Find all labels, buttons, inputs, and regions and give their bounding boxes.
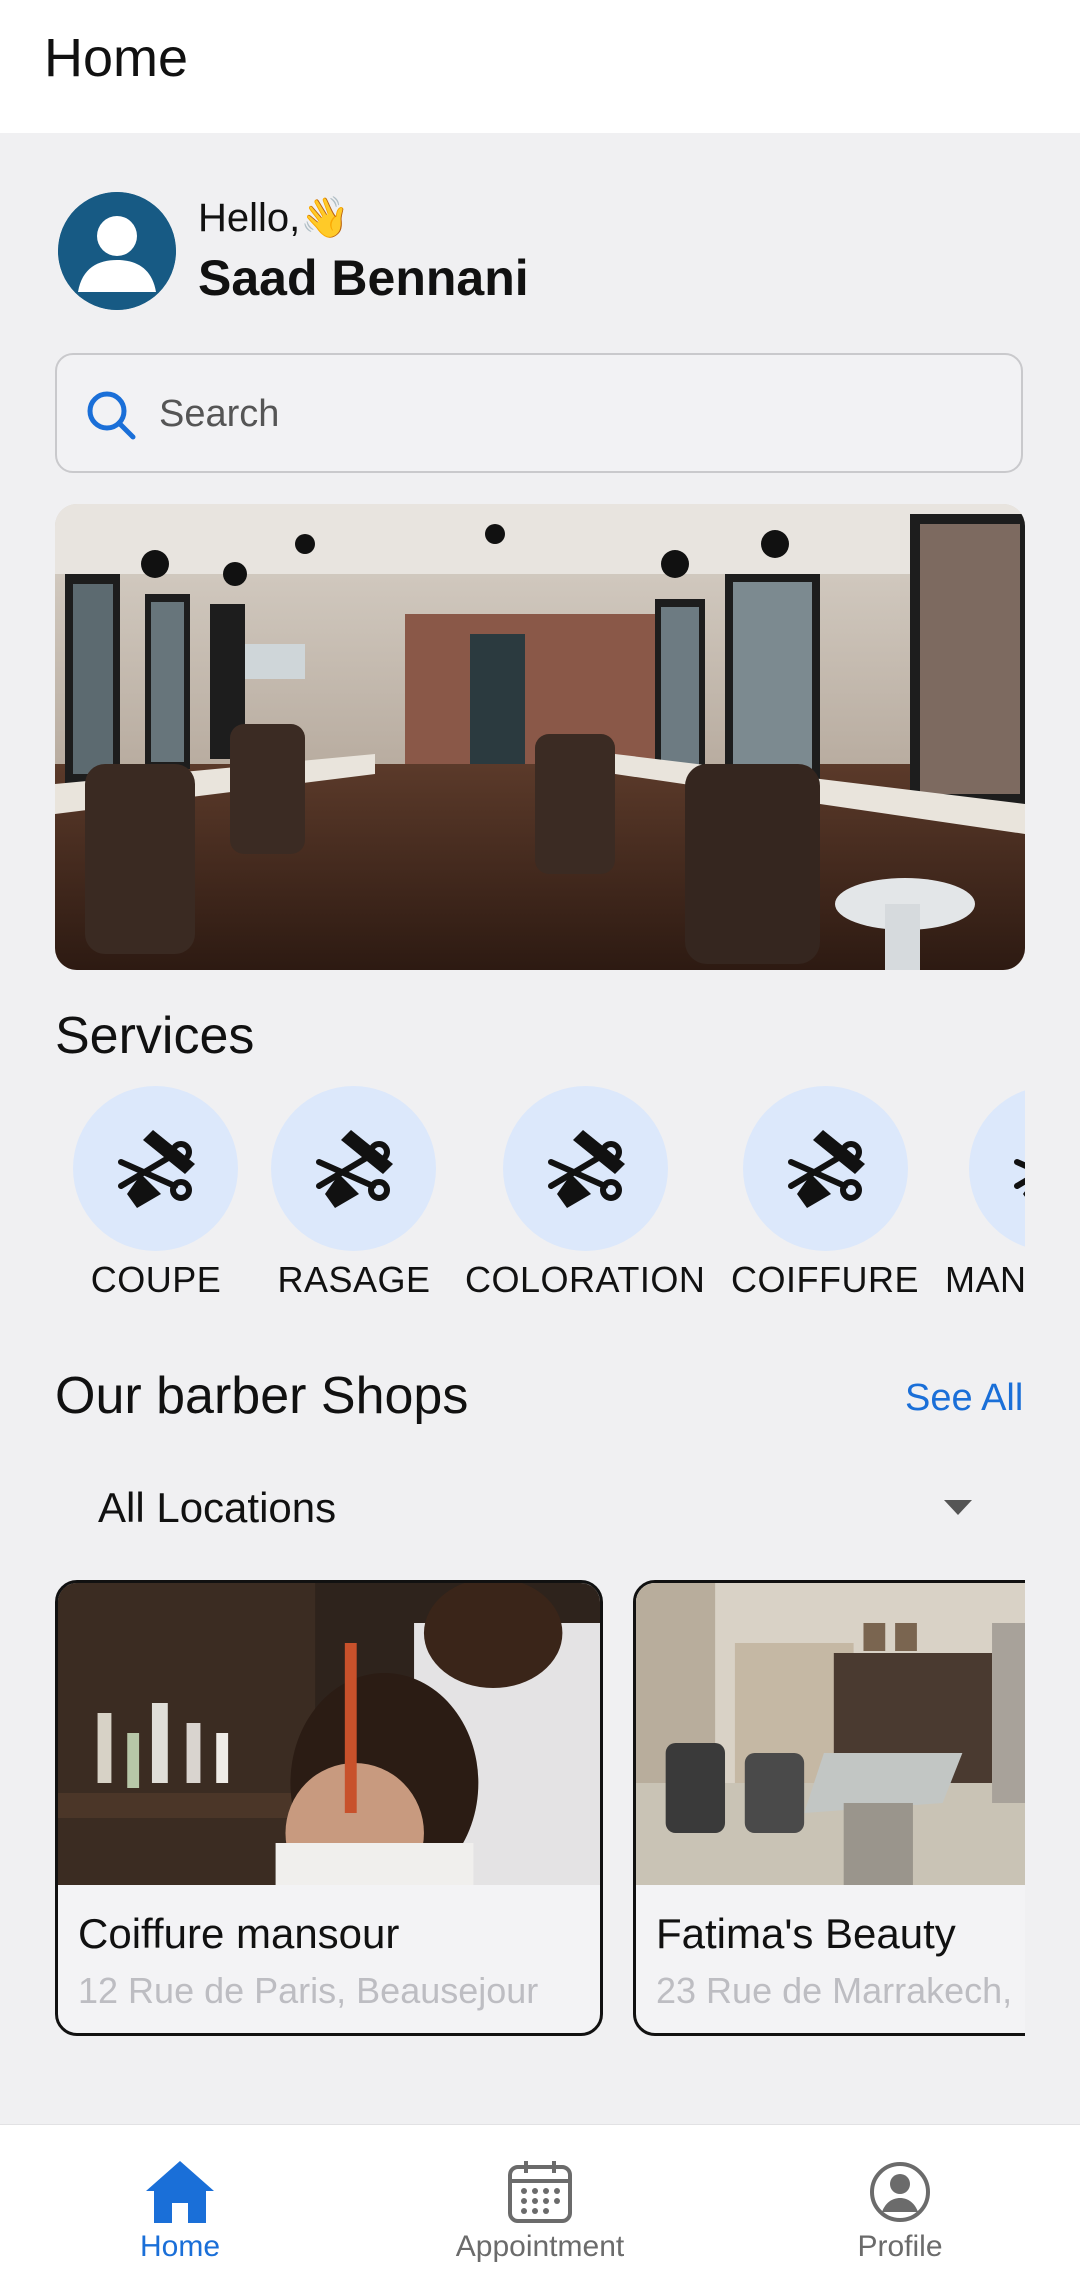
scissors-comb-icon	[548, 1130, 625, 1208]
nav-home[interactable]: Home	[50, 2125, 310, 2287]
shop-card[interactable]: Coiffure mansour 12 Rue de Paris, Beause…	[55, 1580, 603, 2036]
app-bar: Home	[0, 0, 1080, 133]
nav-appointment[interactable]: Appointment	[410, 2125, 670, 2287]
service-label: RASAGE	[277, 1259, 431, 1300]
shop-address: 12 Rue de Paris, Beausejour	[78, 1970, 539, 2011]
scissors-comb-icon	[788, 1130, 865, 1208]
service-icon-circle	[743, 1086, 908, 1251]
see-all-link[interactable]: See All	[905, 1374, 1023, 1422]
nav-label: Appointment	[455, 2230, 625, 2263]
service-icon-circle	[969, 1086, 1025, 1251]
service-icon-circle	[271, 1086, 436, 1251]
home-icon	[146, 2161, 214, 2223]
service-label: COIFFURE	[731, 1259, 919, 1300]
location-selected: All Locations	[98, 1484, 337, 1531]
service-icon-circle	[73, 1086, 238, 1251]
shop-name: Coiffure mansour	[78, 1910, 400, 1957]
user-avatar-icon	[58, 192, 176, 310]
greeting: Hello,👋	[198, 194, 350, 242]
shop-name: Fatima's Beauty	[656, 1910, 956, 1957]
nav-label: Home	[139, 2230, 221, 2263]
shops-carousel[interactable]: Coiffure mansour 12 Rue de Paris, Beause…	[55, 1580, 1025, 2040]
shop-card[interactable]: Fatima's Beauty 23 Rue de Marrakech,	[633, 1580, 1025, 2036]
page-title: Home	[44, 28, 189, 88]
user-name: Saad Bennani	[198, 250, 529, 306]
profile-icon	[870, 2162, 930, 2222]
search-bar[interactable]	[55, 353, 1023, 473]
services-title: Services	[55, 1007, 255, 1065]
nav-profile[interactable]: Profile	[770, 2125, 1030, 2287]
wave-emoji: 👋	[300, 196, 351, 240]
search-icon	[87, 391, 136, 440]
search-input[interactable]	[157, 375, 1001, 453]
service-label: COLORATION	[465, 1259, 706, 1300]
nav-label: Profile	[857, 2230, 943, 2263]
service-label: MAN	[945, 1259, 1025, 1300]
service-icon-circle	[503, 1086, 668, 1251]
scissors-comb-icon	[1014, 1159, 1025, 1197]
shops-title: Our barber Shops	[55, 1367, 469, 1425]
shop-address: 23 Rue de Marrakech,	[656, 1970, 1013, 2011]
greeting-text: Hello,	[198, 196, 301, 240]
scissors-comb-icon	[118, 1130, 195, 1208]
service-label: COUPE	[90, 1259, 222, 1300]
scissors-comb-icon	[316, 1130, 393, 1208]
services-list[interactable]: COUPE RASAGE COLORATION COIFFURE MAN	[55, 1086, 1025, 1306]
bottom-navigation: Home Appointment Profile	[0, 2124, 1080, 2287]
shop-photo	[58, 1583, 600, 1885]
calendar-icon	[508, 2161, 572, 2223]
shop-photo	[636, 1583, 1025, 1885]
hero-banner-image	[55, 504, 1025, 970]
caret-down-icon	[944, 1500, 972, 1515]
avatar[interactable]	[58, 192, 176, 310]
